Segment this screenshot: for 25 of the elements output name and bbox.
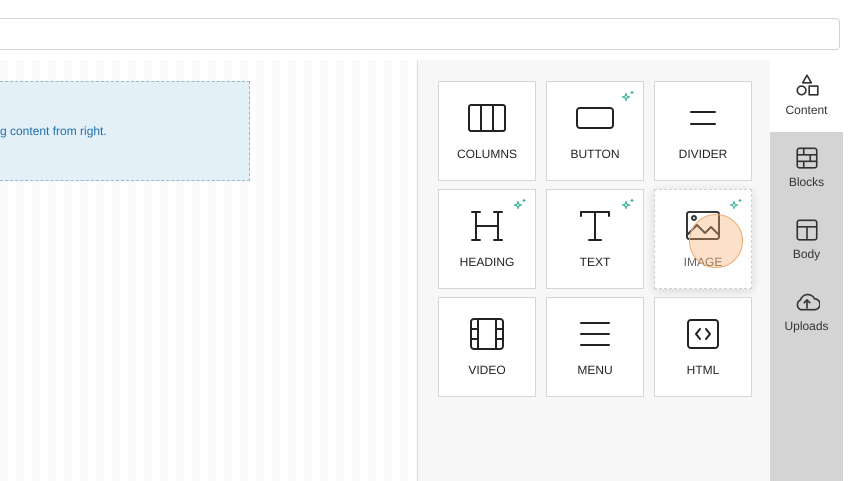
block-tile[interactable]: HTML <box>654 297 752 397</box>
side-tab[interactable]: Uploads <box>770 276 843 348</box>
block-tile[interactable]: BUTTON <box>546 81 644 181</box>
block-tile[interactable]: TEXT <box>546 189 644 289</box>
bricks-icon <box>794 145 820 169</box>
block-label: HEADING <box>460 254 514 271</box>
block-label: COLUMNS <box>456 146 517 163</box>
block-label: TEXT <box>580 254 610 271</box>
side-tab[interactable]: Content <box>770 60 843 132</box>
block-tile[interactable]: HEADING <box>438 189 536 289</box>
video-icon <box>467 315 507 353</box>
block-tile[interactable]: VIDEO <box>438 297 536 397</box>
block-tile[interactable]: DIVIDER <box>654 81 752 181</box>
block-label: HTML <box>686 362 720 379</box>
shapes-icon <box>794 73 820 97</box>
drop-hint: g content from right. <box>0 123 107 140</box>
block-label: DIVIDER <box>678 146 728 163</box>
block-label: VIDEO <box>468 362 506 379</box>
block-label: BUTTON <box>570 146 620 163</box>
layout-icon <box>794 217 820 241</box>
side-tab[interactable]: Blocks <box>770 132 843 204</box>
block-tile[interactable]: MENU <box>546 297 644 397</box>
block-label: MENU <box>577 362 613 379</box>
side-tab[interactable]: Body <box>770 204 843 276</box>
block-tile[interactable]: COLUMNS <box>438 81 536 181</box>
